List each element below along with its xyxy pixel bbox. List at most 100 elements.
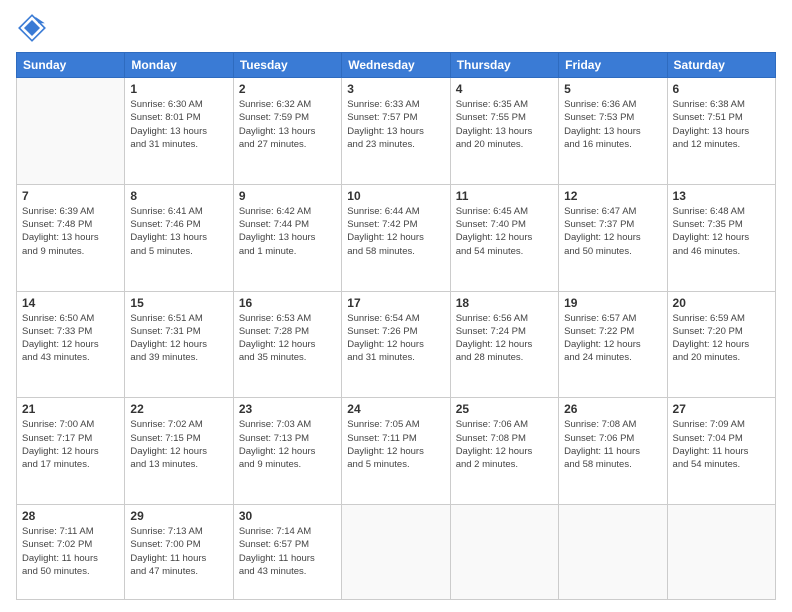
calendar-cell: 19 Sunrise: 6:57 AM Sunset: 7:22 PM Dayli… (559, 291, 667, 398)
day-number: 2 (239, 82, 336, 96)
day-info: Sunrise: 6:35 AM Sunset: 7:55 PM Dayligh… (456, 98, 553, 151)
day-info: Sunrise: 6:47 AM Sunset: 7:37 PM Dayligh… (564, 205, 661, 258)
calendar-cell: 22Sunrise: 7:02 AM Sunset: 7:15 PM Dayli… (125, 398, 233, 505)
weekday-header-tuesday: Tuesday (233, 53, 341, 78)
week-row-2: 7 Sunrise: 6:39 AM Sunset: 7:48 PM Daylig… (17, 184, 776, 291)
calendar-cell: 20 Sunrise: 6:59 AM Sunset: 7:20 PM Dayli… (667, 291, 775, 398)
calendar-cell (342, 505, 450, 600)
day-number: 3 (347, 82, 444, 96)
calendar-cell: 28 Sunrise: 7:11 AM Sunset: 7:02 PM Dayli… (17, 505, 125, 600)
calendar-cell: 1 Sunrise: 6:30 AM Sunset: 8:01 PM Daylig… (125, 78, 233, 185)
day-info: Sunrise: 6:44 AM Sunset: 7:42 PM Dayligh… (347, 205, 444, 258)
calendar-cell: 16 Sunrise: 6:53 AM Sunset: 7:28 PM Dayli… (233, 291, 341, 398)
calendar-cell: 12Sunrise: 6:47 AM Sunset: 7:37 PM Dayli… (559, 184, 667, 291)
weekday-header-row: SundayMondayTuesdayWednesdayThursdayFrid… (17, 53, 776, 78)
week-row-4: 21 Sunrise: 7:00 AM Sunset: 7:17 PM Dayli… (17, 398, 776, 505)
day-info: Sunrise: 6:30 AM Sunset: 8:01 PM Dayligh… (130, 98, 227, 151)
day-number: 25 (456, 402, 553, 416)
calendar-cell (450, 505, 558, 600)
day-number: 18 (456, 296, 553, 310)
day-number: 7 (22, 189, 119, 203)
day-info: Sunrise: 7:13 AM Sunset: 7:00 PM Dayligh… (130, 525, 227, 578)
day-info: Sunrise: 6:32 AM Sunset: 7:59 PM Dayligh… (239, 98, 336, 151)
calendar-cell (17, 78, 125, 185)
calendar-cell: 2 Sunrise: 6:32 AM Sunset: 7:59 PM Daylig… (233, 78, 341, 185)
day-info: Sunrise: 7:11 AM Sunset: 7:02 PM Dayligh… (22, 525, 119, 578)
calendar-cell: 3 Sunrise: 6:33 AM Sunset: 7:57 PM Daylig… (342, 78, 450, 185)
day-number: 8 (130, 189, 227, 203)
day-info: Sunrise: 7:03 AM Sunset: 7:13 PM Dayligh… (239, 418, 336, 471)
day-number: 14 (22, 296, 119, 310)
calendar-cell: 24 Sunrise: 7:05 AM Sunset: 7:11 PM Dayli… (342, 398, 450, 505)
day-number: 27 (673, 402, 770, 416)
day-info: Sunrise: 6:38 AM Sunset: 7:51 PM Dayligh… (673, 98, 770, 151)
day-info: Sunrise: 6:53 AM Sunset: 7:28 PM Dayligh… (239, 312, 336, 365)
calendar-cell: 21 Sunrise: 7:00 AM Sunset: 7:17 PM Dayli… (17, 398, 125, 505)
calendar-cell (559, 505, 667, 600)
day-info: Sunrise: 7:00 AM Sunset: 7:17 PM Dayligh… (22, 418, 119, 471)
day-info: Sunrise: 6:48 AM Sunset: 7:35 PM Dayligh… (673, 205, 770, 258)
day-info: Sunrise: 6:51 AM Sunset: 7:31 PM Dayligh… (130, 312, 227, 365)
day-number: 11 (456, 189, 553, 203)
calendar-cell: 6 Sunrise: 6:38 AM Sunset: 7:51 PM Daylig… (667, 78, 775, 185)
weekday-header-sunday: Sunday (17, 53, 125, 78)
weekday-header-wednesday: Wednesday (342, 53, 450, 78)
calendar-cell: 7 Sunrise: 6:39 AM Sunset: 7:48 PM Daylig… (17, 184, 125, 291)
day-info: Sunrise: 6:59 AM Sunset: 7:20 PM Dayligh… (673, 312, 770, 365)
week-row-3: 14Sunrise: 6:50 AM Sunset: 7:33 PM Dayli… (17, 291, 776, 398)
calendar-cell: 14Sunrise: 6:50 AM Sunset: 7:33 PM Dayli… (17, 291, 125, 398)
day-number: 20 (673, 296, 770, 310)
day-number: 6 (673, 82, 770, 96)
calendar-cell: 29 Sunrise: 7:13 AM Sunset: 7:00 PM Dayli… (125, 505, 233, 600)
day-number: 13 (673, 189, 770, 203)
day-info: Sunrise: 6:41 AM Sunset: 7:46 PM Dayligh… (130, 205, 227, 258)
calendar-cell: 15 Sunrise: 6:51 AM Sunset: 7:31 PM Dayli… (125, 291, 233, 398)
logo-icon (16, 12, 48, 44)
day-info: Sunrise: 6:36 AM Sunset: 7:53 PM Dayligh… (564, 98, 661, 151)
week-row-5: 28 Sunrise: 7:11 AM Sunset: 7:02 PM Dayli… (17, 505, 776, 600)
day-number: 17 (347, 296, 444, 310)
calendar-cell (667, 505, 775, 600)
week-row-1: 1 Sunrise: 6:30 AM Sunset: 8:01 PM Daylig… (17, 78, 776, 185)
day-info: Sunrise: 7:08 AM Sunset: 7:06 PM Dayligh… (564, 418, 661, 471)
calendar-cell: 18 Sunrise: 6:56 AM Sunset: 7:24 PM Dayli… (450, 291, 558, 398)
calendar-cell: 9Sunrise: 6:42 AM Sunset: 7:44 PM Daylig… (233, 184, 341, 291)
weekday-header-monday: Monday (125, 53, 233, 78)
calendar-cell: 17 Sunrise: 6:54 AM Sunset: 7:26 PM Dayli… (342, 291, 450, 398)
calendar-cell: 8 Sunrise: 6:41 AM Sunset: 7:46 PM Daylig… (125, 184, 233, 291)
calendar-cell: 13 Sunrise: 6:48 AM Sunset: 7:35 PM Dayli… (667, 184, 775, 291)
day-number: 16 (239, 296, 336, 310)
header (16, 12, 776, 44)
calendar-cell: 30 Sunrise: 7:14 AM Sunset: 6:57 PM Dayli… (233, 505, 341, 600)
day-info: Sunrise: 7:05 AM Sunset: 7:11 PM Dayligh… (347, 418, 444, 471)
day-number: 10 (347, 189, 444, 203)
logo (16, 12, 52, 44)
day-number: 21 (22, 402, 119, 416)
calendar-cell: 23Sunrise: 7:03 AM Sunset: 7:13 PM Dayli… (233, 398, 341, 505)
day-info: Sunrise: 7:06 AM Sunset: 7:08 PM Dayligh… (456, 418, 553, 471)
day-number: 19 (564, 296, 661, 310)
day-info: Sunrise: 6:33 AM Sunset: 7:57 PM Dayligh… (347, 98, 444, 151)
day-info: Sunrise: 6:57 AM Sunset: 7:22 PM Dayligh… (564, 312, 661, 365)
day-info: Sunrise: 7:09 AM Sunset: 7:04 PM Dayligh… (673, 418, 770, 471)
day-number: 24 (347, 402, 444, 416)
day-number: 1 (130, 82, 227, 96)
weekday-header-saturday: Saturday (667, 53, 775, 78)
day-info: Sunrise: 6:45 AM Sunset: 7:40 PM Dayligh… (456, 205, 553, 258)
day-info: Sunrise: 7:02 AM Sunset: 7:15 PM Dayligh… (130, 418, 227, 471)
calendar-table: SundayMondayTuesdayWednesdayThursdayFrid… (16, 52, 776, 600)
day-number: 9 (239, 189, 336, 203)
calendar-cell: 27 Sunrise: 7:09 AM Sunset: 7:04 PM Dayli… (667, 398, 775, 505)
day-number: 5 (564, 82, 661, 96)
calendar-cell: 11 Sunrise: 6:45 AM Sunset: 7:40 PM Dayli… (450, 184, 558, 291)
calendar-cell: 10 Sunrise: 6:44 AM Sunset: 7:42 PM Dayli… (342, 184, 450, 291)
day-number: 15 (130, 296, 227, 310)
day-number: 29 (130, 509, 227, 523)
weekday-header-thursday: Thursday (450, 53, 558, 78)
day-info: Sunrise: 7:14 AM Sunset: 6:57 PM Dayligh… (239, 525, 336, 578)
day-number: 28 (22, 509, 119, 523)
day-info: Sunrise: 6:54 AM Sunset: 7:26 PM Dayligh… (347, 312, 444, 365)
day-number: 30 (239, 509, 336, 523)
day-info: Sunrise: 6:39 AM Sunset: 7:48 PM Dayligh… (22, 205, 119, 258)
day-info: Sunrise: 6:56 AM Sunset: 7:24 PM Dayligh… (456, 312, 553, 365)
